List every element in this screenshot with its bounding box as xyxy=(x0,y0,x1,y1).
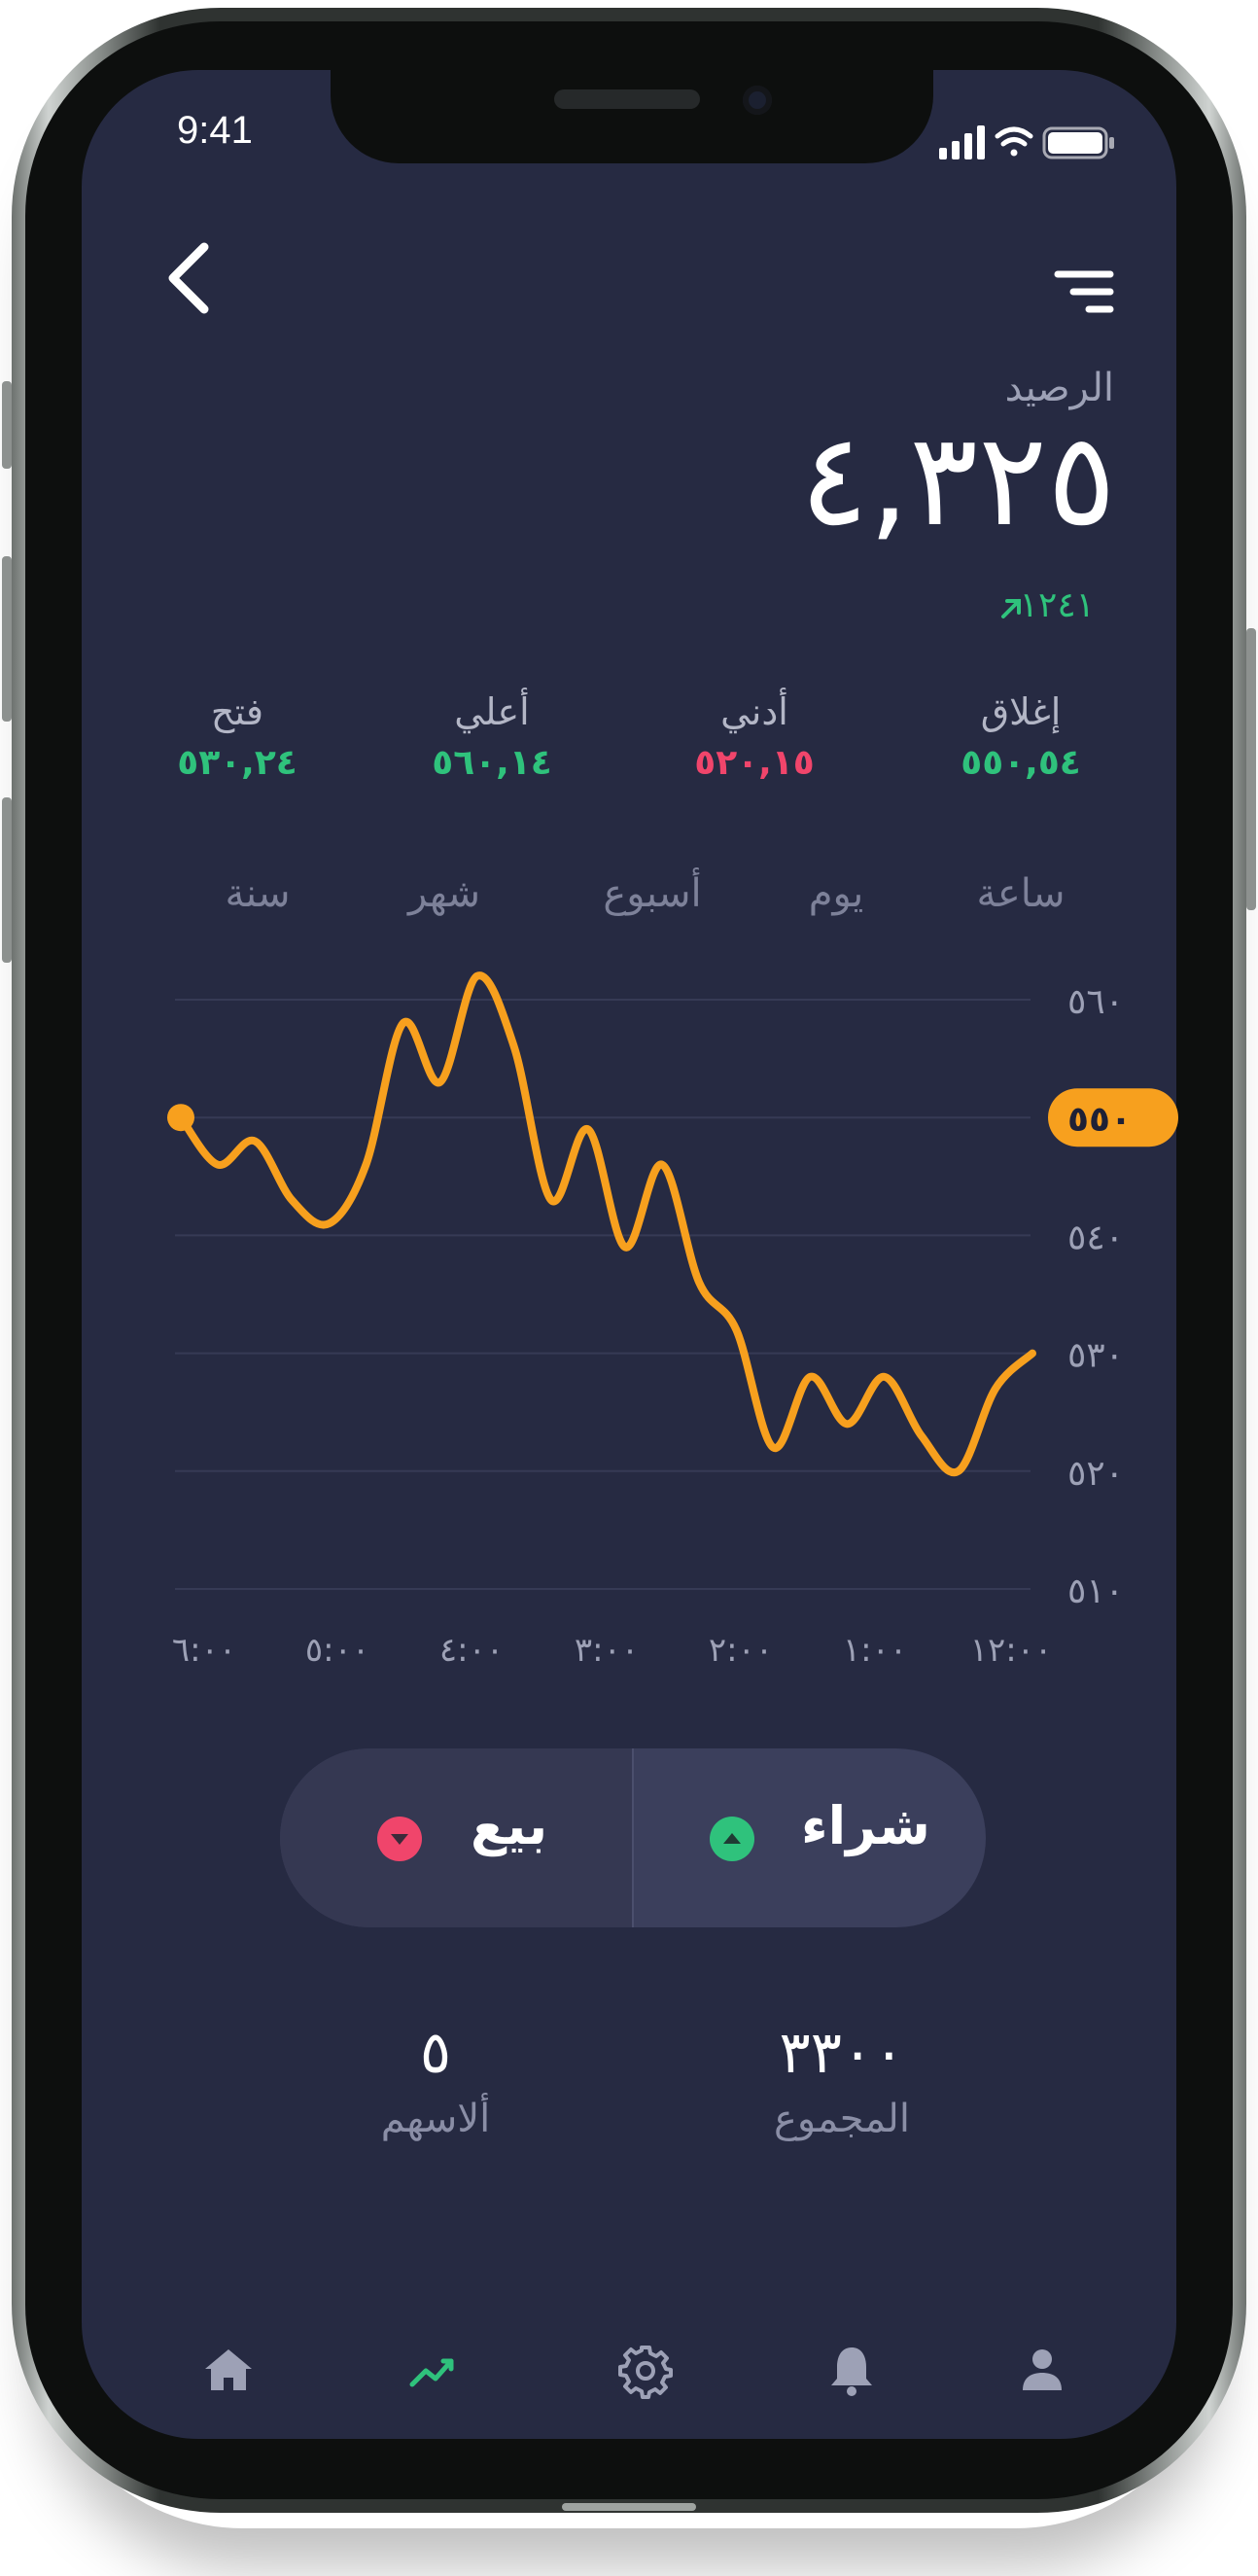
y-tick-label: ٥٦٠ xyxy=(1067,982,1124,1022)
y-tick-label: ٥٣٠ xyxy=(1067,1336,1124,1376)
bell-icon[interactable] xyxy=(822,2342,881,2400)
charging-port xyxy=(562,2503,696,2511)
shares-block: ٥ ألاسهم xyxy=(309,2019,562,2141)
shares-value: ٥ xyxy=(419,2019,452,2087)
x-tick-label: ٤:٠٠ xyxy=(439,1631,504,1670)
stat-value: ٥٥٠,٥٤ xyxy=(961,743,1081,783)
shares-label: ألاسهم xyxy=(380,2097,491,2141)
price-line xyxy=(177,971,1036,1477)
triangle-down-icon xyxy=(377,1817,422,1861)
tab-hour[interactable]: ساعة xyxy=(964,860,1077,928)
arrow-up-right-icon xyxy=(1001,599,1021,618)
stat-close: إغلاق ٥٥٠,٥٤ xyxy=(924,690,1118,783)
trade-toggle: بيع شراء xyxy=(280,1748,986,1927)
stat-open: فتح ٥٣٠,٢٤ xyxy=(140,690,334,783)
x-tick-label: ٢:٠٠ xyxy=(709,1631,773,1670)
y-tick-label: ٥٢٠ xyxy=(1067,1454,1124,1494)
power-button xyxy=(1246,628,1256,910)
stat-label: فتح xyxy=(210,690,264,733)
tab-year[interactable]: سنة xyxy=(194,860,321,928)
start-point-dot xyxy=(167,1104,194,1132)
price-chart: ٥٦٠ ٥٥٠ ٥٤٠ ٥٣٠ ٥٢٠ ٥١٠ ٦:٠٠ ٥:٠٠ ٤:٠٠ ٣:٠٠ ٢:٠٠ ١:… xyxy=(167,971,1178,1670)
gear-icon[interactable] xyxy=(616,2342,675,2400)
current-price-label: ٥٥٠ xyxy=(1067,1100,1132,1140)
tab-month[interactable]: شهر xyxy=(381,860,507,928)
sort-menu-icon[interactable] xyxy=(1054,268,1114,317)
x-tick-label: ١٢:٠٠ xyxy=(970,1631,1053,1670)
sell-label: بيع xyxy=(471,1795,548,1856)
total-block: ٣٣٠٠ المجموع xyxy=(716,2019,968,2141)
tab-day[interactable]: يوم xyxy=(778,860,894,928)
x-tick-label: ٣:٠٠ xyxy=(575,1631,639,1670)
y-tick-label: ٥٤٠ xyxy=(1067,1217,1124,1257)
trade-divider xyxy=(632,1748,634,1927)
battery-icon xyxy=(1042,126,1114,159)
stat-value: ٥٦٠,١٤ xyxy=(432,743,552,783)
stat-value: ٥٣٠,٢٤ xyxy=(177,743,297,783)
status-time: 9:41 xyxy=(177,109,253,152)
tab-week[interactable]: أسبوع xyxy=(579,860,725,928)
sell-button[interactable] xyxy=(280,1748,632,1927)
volume-up-button xyxy=(2,556,12,722)
user-icon[interactable] xyxy=(1013,2342,1071,2400)
signal-icon xyxy=(939,125,985,159)
x-tick-label: ١:٠٠ xyxy=(843,1631,907,1670)
balance-label: الرصيد xyxy=(1004,366,1114,410)
stat-label: إغلاق xyxy=(980,690,1062,733)
total-value: ٣٣٠٠ xyxy=(779,2019,905,2087)
wifi-icon xyxy=(995,126,1033,157)
notch xyxy=(331,70,933,163)
stat-value: ٥٢٠,١٥ xyxy=(694,743,815,783)
front-camera xyxy=(743,86,772,115)
triangle-up-icon xyxy=(710,1817,754,1861)
chart-icon[interactable] xyxy=(406,2342,465,2400)
stat-low: أدني ٥٢٠,١٥ xyxy=(657,690,852,783)
balance-value: ٤,٣٢٥ xyxy=(799,406,1116,555)
home-icon[interactable] xyxy=(199,2342,258,2400)
volume-down-button xyxy=(2,797,12,963)
x-tick-label: ٦:٠٠ xyxy=(172,1631,236,1670)
status-icons xyxy=(939,125,1114,159)
speaker xyxy=(554,89,700,109)
y-tick-label: ٥١٠ xyxy=(1067,1571,1124,1611)
stat-high: أعلي ٥٦٠,١٤ xyxy=(395,690,589,783)
stat-label: أدني xyxy=(720,690,788,733)
balance-change: ١٢٤١ xyxy=(1019,585,1095,625)
buy-label[interactable]: شراء xyxy=(801,1795,930,1856)
silent-switch xyxy=(2,381,12,469)
x-tick-label: ٥:٠٠ xyxy=(305,1631,369,1670)
chevron-left-icon[interactable] xyxy=(159,239,218,317)
stat-label: أعلي xyxy=(454,690,530,733)
total-label: المجموع xyxy=(774,2097,910,2141)
